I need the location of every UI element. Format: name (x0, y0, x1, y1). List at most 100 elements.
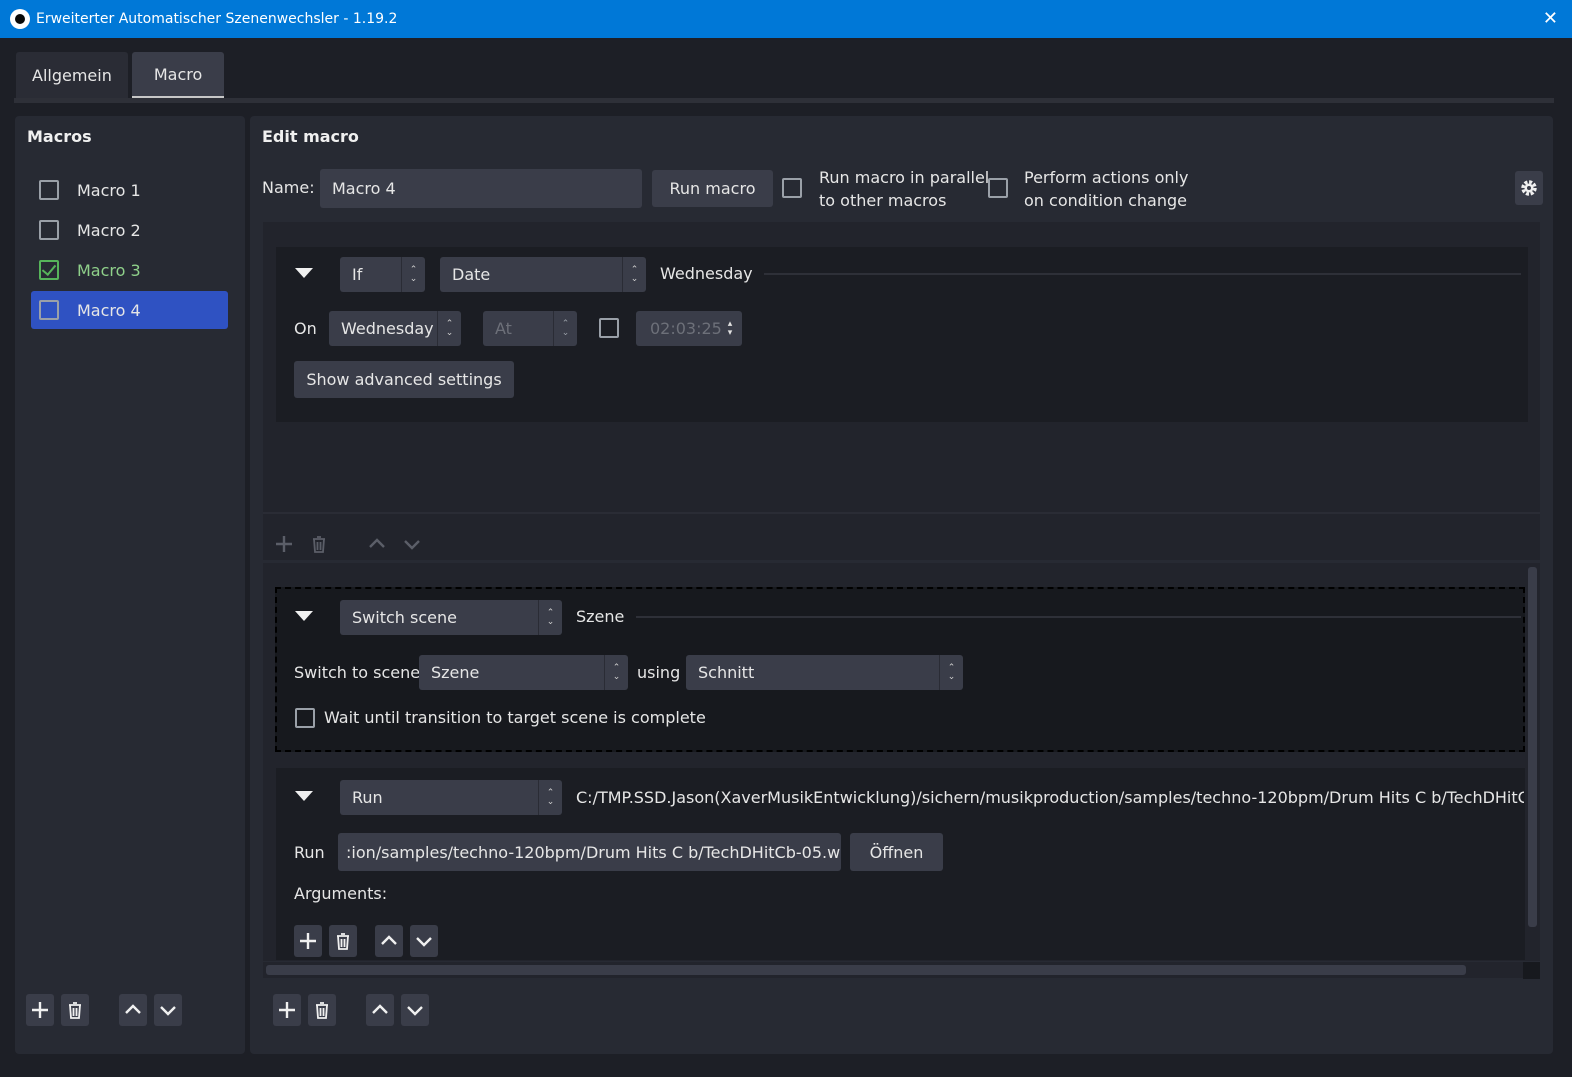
macro-list-item[interactable]: Macro 1 (31, 171, 228, 209)
add-condition-button[interactable] (270, 528, 298, 560)
using-label: using (637, 663, 681, 682)
action-type-value: Run (352, 788, 383, 807)
chevron-up-icon (125, 1004, 141, 1014)
time-value: 02:03:25 (650, 319, 722, 338)
run-parallel-label: Run macro in parallel to other macros (819, 166, 989, 212)
add-macro-button[interactable] (26, 994, 54, 1026)
collapse-caret-icon[interactable] (295, 611, 313, 621)
move-macro-up-button[interactable] (119, 994, 147, 1026)
move-action-down-button[interactable] (401, 994, 429, 1026)
chevron-down-icon (404, 540, 420, 550)
tab-macro[interactable]: Macro (131, 52, 225, 98)
run-parallel-checkbox[interactable] (782, 178, 802, 198)
scene-select[interactable]: Szene ⌃ ⌄ (419, 655, 628, 690)
time-spinbox[interactable]: 02:03:25 ▴ ▾ (636, 311, 742, 346)
collapse-caret-icon[interactable] (295, 791, 313, 801)
updown-arrows-icon: ⌃ ⌄ (939, 655, 963, 690)
macro-enable-checkbox[interactable] (39, 300, 59, 320)
trash-icon (316, 1002, 328, 1019)
condition-change-label-line2: on condition change (1024, 191, 1187, 210)
chevron-up-icon (381, 935, 397, 945)
trash-icon (313, 536, 325, 553)
condition-logic-select[interactable]: If ⌃ ⌄ (340, 257, 425, 292)
show-advanced-settings-button[interactable]: Show advanced settings (294, 361, 514, 398)
move-condition-up-button[interactable] (363, 528, 391, 560)
action-type-value: Switch scene (352, 608, 457, 627)
trash-icon (69, 1002, 81, 1019)
tab-allgemein[interactable]: Allgemein (16, 52, 128, 98)
window-title: Erweiterter Automatischer Szenenwechsler… (36, 11, 398, 27)
day-value: Wednesday (341, 319, 434, 338)
run-label: Run (294, 843, 325, 862)
settings-button[interactable] (1515, 171, 1543, 205)
updown-arrows-icon: ⌃ ⌄ (538, 600, 562, 635)
macro-name-input[interactable]: Macro 4 (320, 169, 642, 208)
at-value: At (495, 319, 512, 338)
condition-change-label: Perform actions only on condition change (1024, 166, 1188, 212)
macros-panel-title: Macros (27, 127, 92, 146)
remove-macro-button[interactable] (61, 994, 89, 1026)
action-type-select[interactable]: Switch scene ⌃ ⌄ (340, 600, 562, 635)
on-label: On (294, 319, 317, 338)
header-separator (764, 273, 1521, 275)
move-argument-up-button[interactable] (375, 925, 403, 957)
condition-summary: Wednesday (660, 264, 753, 283)
plus-icon (279, 1002, 295, 1018)
run-parallel-label-line1: Run macro in parallel (819, 168, 990, 187)
move-condition-down-button[interactable] (398, 528, 426, 560)
action-type-select[interactable]: Run ⌃ ⌄ (340, 780, 562, 815)
wait-transition-checkbox[interactable] (295, 708, 315, 728)
run-path-input[interactable]: :ion/samples/techno-120bpm/Drum Hits C b… (338, 833, 841, 871)
updown-arrows-icon: ⌃ ⌄ (604, 655, 628, 690)
run-macro-button[interactable]: Run macro (652, 170, 773, 207)
macro-list-item-selected[interactable]: Macro 4 (31, 291, 228, 329)
macro-list-item[interactable]: Macro 3 (31, 251, 228, 289)
tab-divider (14, 98, 1554, 103)
scrollbar-thumb[interactable] (1528, 567, 1537, 927)
collapse-caret-icon[interactable] (295, 268, 313, 278)
transition-select[interactable]: Schnitt ⌃ ⌄ (686, 655, 963, 690)
day-select[interactable]: Wednesday ⌃ ⌄ (329, 311, 461, 346)
condition-type-select[interactable]: Date ⌃ ⌄ (440, 257, 646, 292)
updown-arrows-icon: ⌃ ⌄ (538, 780, 562, 815)
open-file-button[interactable]: Öffnen (850, 833, 943, 871)
add-action-button[interactable] (273, 994, 301, 1026)
chevron-up-icon (372, 1004, 388, 1014)
trash-icon (337, 933, 349, 950)
condition-logic-value: If (352, 265, 363, 284)
actions-horizontal-scrollbar[interactable] (263, 962, 1525, 978)
actions-vertical-scrollbar[interactable] (1525, 563, 1540, 961)
chevron-down-icon (160, 1006, 176, 1016)
macro-enable-checkbox[interactable] (39, 220, 59, 240)
gear-icon (1521, 180, 1537, 196)
add-argument-button[interactable] (294, 925, 322, 957)
close-icon[interactable]: ✕ (1543, 8, 1558, 29)
spin-arrows-icon[interactable]: ▴ ▾ (718, 311, 742, 346)
macro-name: Macro 1 (77, 180, 141, 200)
name-label: Name: (262, 178, 315, 197)
header-separator (636, 616, 1521, 618)
scrollbar-thumb[interactable] (266, 965, 1466, 975)
time-enable-checkbox[interactable] (599, 318, 619, 338)
remove-argument-button[interactable] (329, 925, 357, 957)
move-argument-down-button[interactable] (410, 925, 438, 957)
at-select[interactable]: At ⌃ ⌄ (483, 311, 577, 346)
remove-action-button[interactable] (308, 994, 336, 1026)
condition-change-label-line1: Perform actions only (1024, 168, 1189, 187)
move-action-up-button[interactable] (366, 994, 394, 1026)
macro-enable-checkbox[interactable] (39, 260, 59, 280)
action-summary: Szene (576, 607, 625, 626)
updown-arrows-icon: ⌃ ⌄ (401, 257, 425, 292)
condition-change-checkbox[interactable] (988, 178, 1008, 198)
remove-condition-button[interactable] (305, 528, 333, 560)
macro-name: Macro 3 (77, 260, 141, 280)
condition-type-value: Date (452, 265, 491, 284)
move-macro-down-button[interactable] (154, 994, 182, 1026)
updown-arrows-icon: ⌃ ⌄ (437, 311, 461, 346)
macro-list-item[interactable]: Macro 2 (31, 211, 228, 249)
edit-macro-title: Edit macro (262, 127, 359, 146)
macro-name: Macro 4 (77, 300, 141, 320)
macro-enable-checkbox[interactable] (39, 180, 59, 200)
updown-arrows-icon: ⌃ ⌄ (553, 311, 577, 346)
scene-value: Szene (431, 663, 480, 682)
